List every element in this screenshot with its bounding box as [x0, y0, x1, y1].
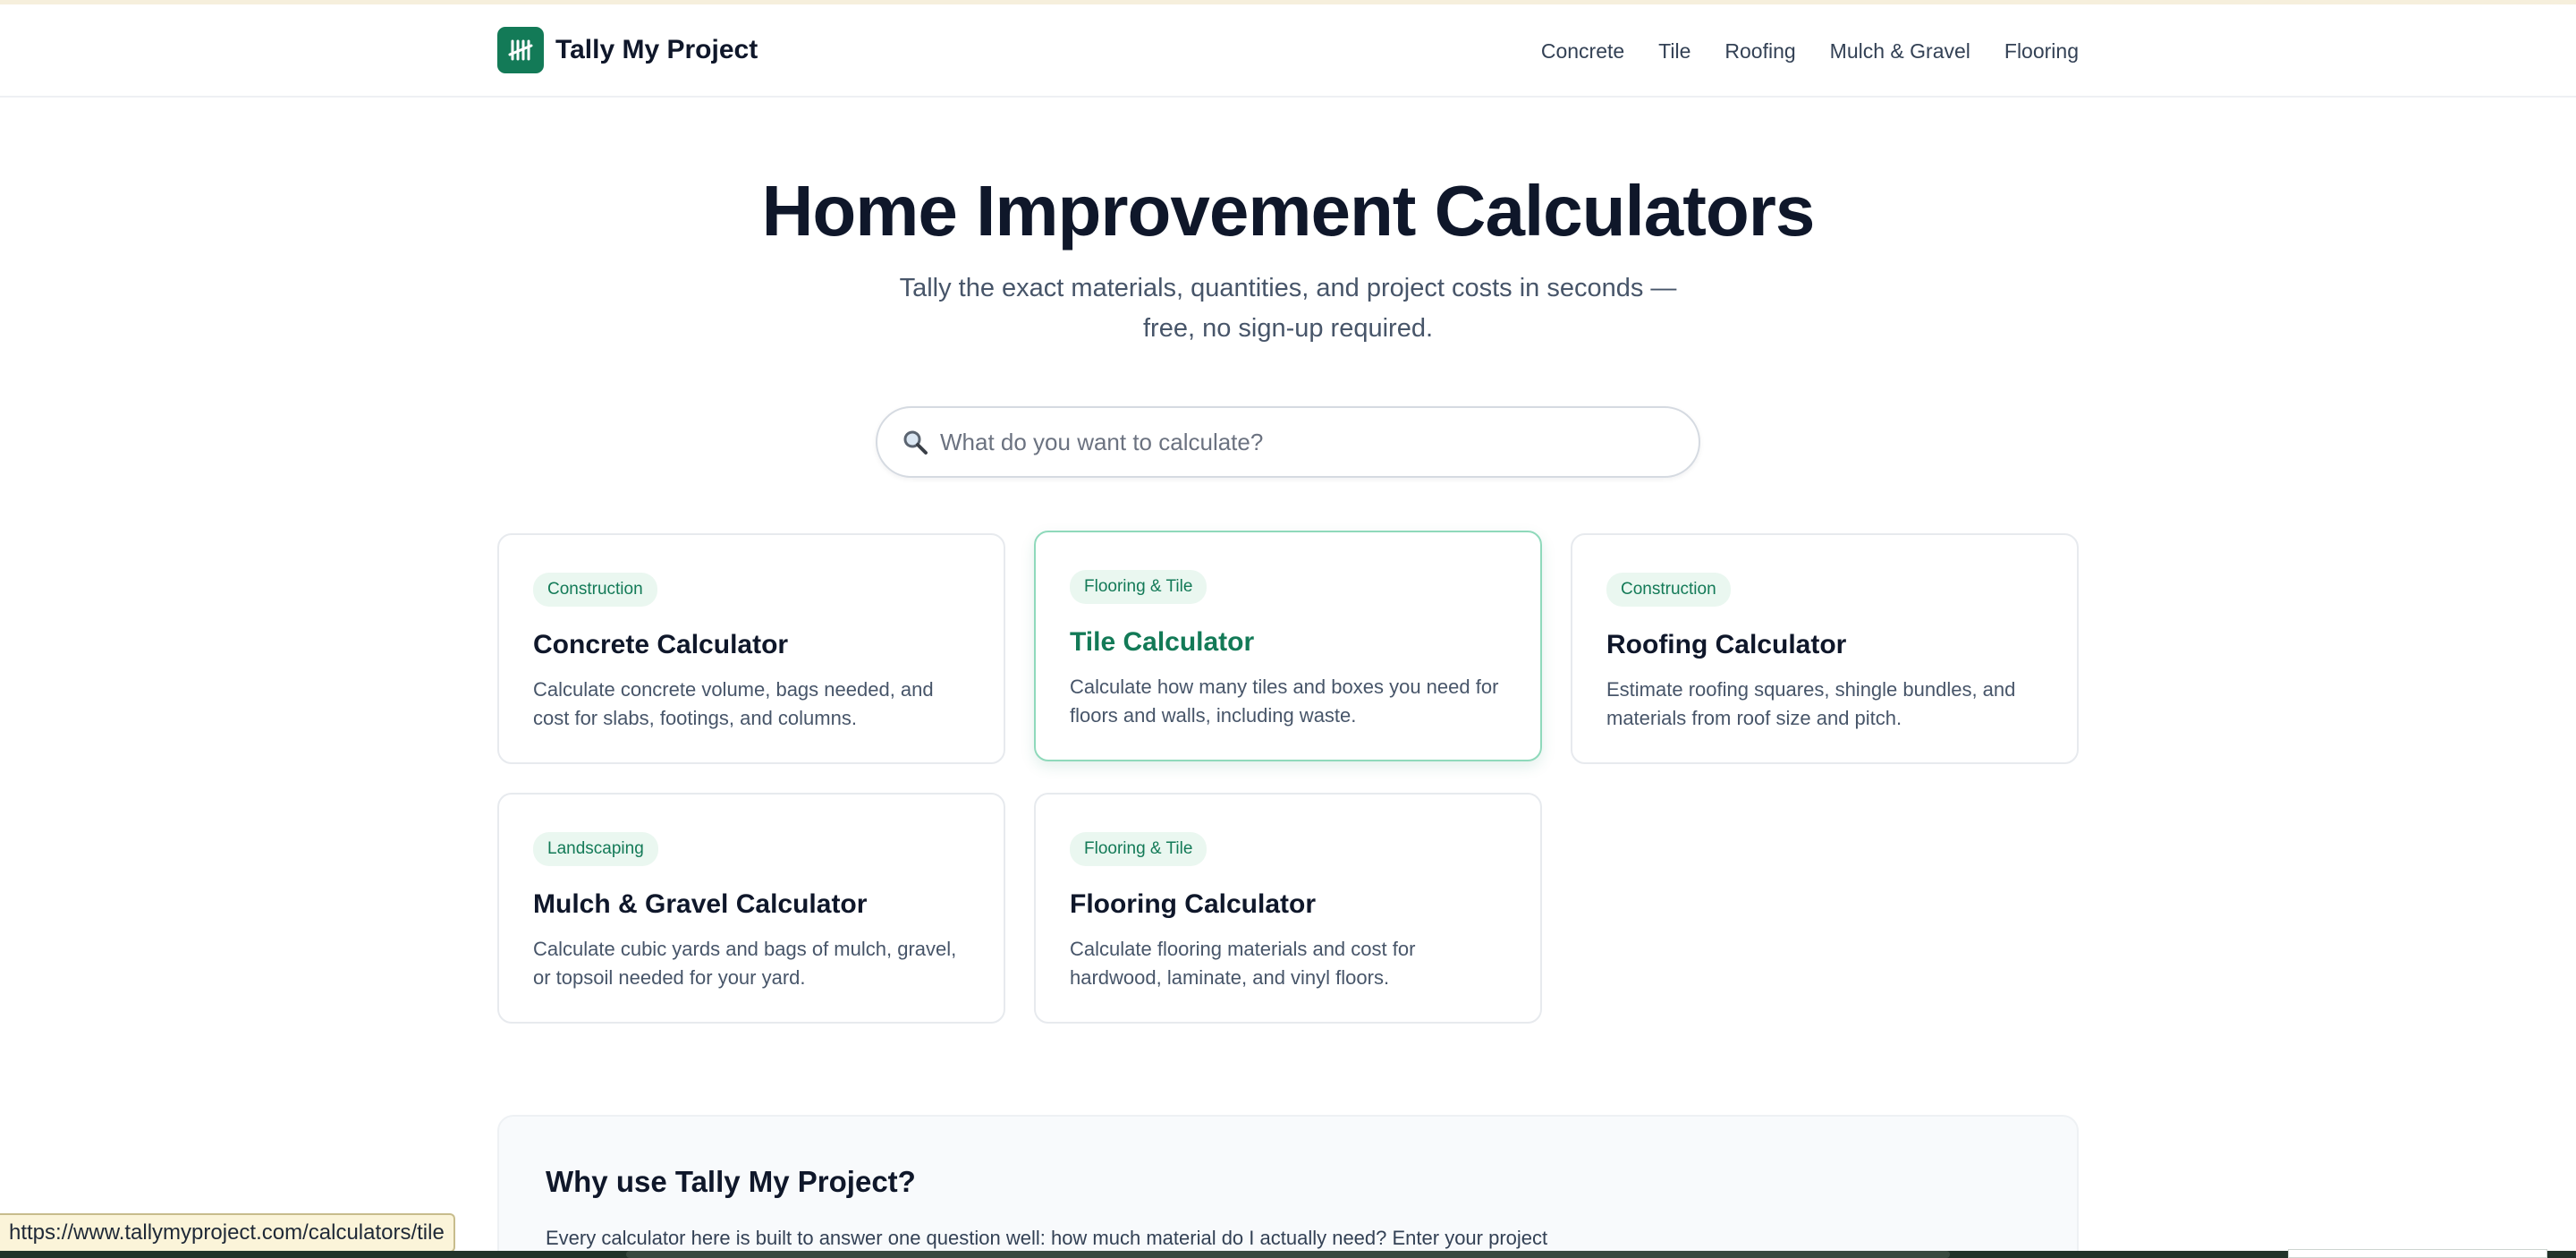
card-title: Tile Calculator — [1070, 627, 1255, 657]
why-section-text: Every calculator here is built to answer… — [546, 1227, 1548, 1249]
tally-marks-icon — [497, 27, 544, 73]
category-badge: Flooring & Tile — [1070, 570, 1208, 604]
brand-name: Tally My Project — [555, 35, 758, 64]
bottom-strip-segment — [626, 1251, 1950, 1258]
calculator-card-flooring[interactable]: Flooring & Tile Flooring Calculator Calc… — [1034, 793, 1542, 1024]
magnifier-icon — [897, 424, 933, 460]
nav-link-flooring[interactable]: Flooring — [2004, 39, 2079, 64]
hero-subtitle-line-2: free, no sign-up required. — [1142, 314, 1434, 343]
why-section-title: Why use Tally My Project? — [546, 1165, 916, 1198]
calculator-card-concrete[interactable]: Construction Concrete Calculator Calcula… — [497, 533, 1005, 764]
page: Tally My Project Concrete Tile Roofing M… — [0, 0, 2576, 1258]
brand-home-link[interactable]: Tally My Project — [497, 27, 758, 73]
category-badge: Construction — [1606, 573, 1731, 607]
search-box[interactable] — [876, 406, 1700, 478]
card-title: Mulch & Gravel Calculator — [533, 889, 868, 919]
category-badge: Landscaping — [533, 832, 658, 866]
card-description: Estimate roofing squares, shingle bundle… — [1606, 678, 2016, 729]
card-title: Flooring Calculator — [1070, 889, 1317, 919]
search-input[interactable] — [940, 428, 1674, 456]
category-badge: Construction — [533, 573, 657, 607]
calculator-card-tile[interactable]: Flooring & Tile Tile Calculator Calculat… — [1034, 531, 1542, 761]
category-badge: Flooring & Tile — [1070, 832, 1208, 866]
nav-link-concrete[interactable]: Concrete — [1541, 39, 1624, 64]
bottom-window-strip — [0, 1251, 2576, 1258]
card-title: Concrete Calculator — [533, 630, 789, 659]
hero-subtitle-line-1: Tally the exact materials, quantities, a… — [899, 274, 1677, 302]
page-title: Home Improvement Calculators — [761, 171, 1816, 251]
why-section: Why use Tally My Project? Every calculat… — [497, 1115, 2079, 1258]
site-header: Tally My Project Concrete Tile Roofing M… — [0, 4, 2576, 98]
nav-link-tile[interactable]: Tile — [1658, 39, 1690, 64]
nav-link-roofing[interactable]: Roofing — [1724, 39, 1795, 64]
card-title: Roofing Calculator — [1606, 630, 1847, 659]
card-description: Calculate flooring materials and cost fo… — [1070, 938, 1416, 989]
corner-thumbnail — [2288, 1249, 2547, 1258]
status-bar-url: https://www.tallymyproject.com/calculato… — [0, 1213, 455, 1253]
card-description: Calculate how many tiles and boxes you n… — [1070, 676, 1499, 727]
calculator-card-mulch-gravel[interactable]: Landscaping Mulch & Gravel Calculator Ca… — [497, 793, 1005, 1024]
main-nav: Concrete Tile Roofing Mulch & Gravel Flo… — [1507, 4, 2079, 98]
hero-subtitle: Tally the exact materials, quantities, a… — [841, 268, 1735, 349]
calculator-card-roofing[interactable]: Construction Roofing Calculator Estimate… — [1571, 533, 2079, 764]
card-description: Calculate concrete volume, bags needed, … — [533, 678, 934, 729]
nav-link-mulch-gravel[interactable]: Mulch & Gravel — [1830, 39, 1970, 64]
card-description: Calculate cubic yards and bags of mulch,… — [533, 938, 957, 989]
